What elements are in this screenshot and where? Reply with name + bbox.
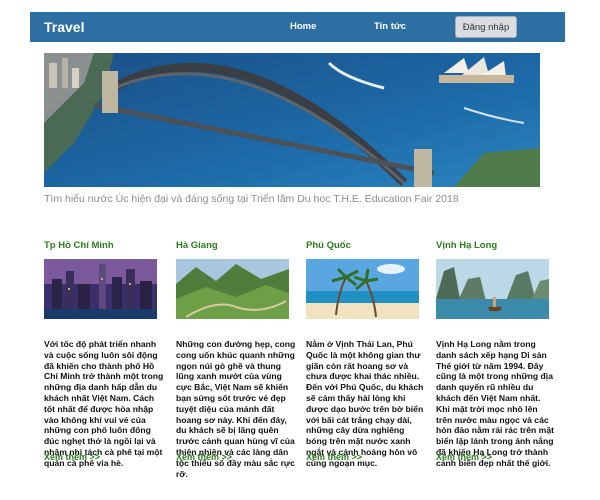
destination-description: Nằm ở Vịnh Thái Lan, Phú Quốc là một khô… [306, 339, 424, 468]
top-navbar: Travel Home Tin tức Đăng nhập [30, 12, 565, 42]
mountain-valley-picture [176, 259, 289, 319]
bay-karst-picture [436, 259, 549, 319]
city-skyline-picture [44, 259, 157, 319]
destination-thumbnail[interactable] [436, 259, 549, 319]
destination-title[interactable]: Phú Quốc [306, 240, 426, 254]
destination-card: Phú Quốc Nằm ở Vịnh Thái Lan, Phú Quốc l… [306, 240, 426, 469]
read-more-link[interactable]: Xem thêm >> [176, 452, 232, 462]
hero-image [44, 53, 540, 187]
destination-thumbnail[interactable] [176, 259, 289, 319]
destination-thumbnail[interactable] [44, 259, 157, 319]
beach-palm-picture [306, 259, 419, 319]
destination-title[interactable]: Vịnh Hạ Long [436, 240, 556, 254]
login-button[interactable]: Đăng nhập [455, 16, 517, 38]
brand-logo[interactable]: Travel [44, 19, 84, 35]
destination-description: Với tốc độ phát triển nhanh và cuộc sống… [44, 339, 164, 468]
destination-title[interactable]: Hà Giang [176, 240, 296, 254]
destination-card: Vịnh Hạ Long Vịnh Hạ Long nằm trong danh… [436, 240, 556, 469]
destination-thumbnail[interactable] [306, 259, 419, 319]
read-more-link[interactable]: Xem thêm >> [436, 452, 492, 462]
nav-link-home[interactable]: Home [290, 21, 316, 32]
read-more-link[interactable]: Xem thêm >> [44, 452, 100, 462]
nav-link-news[interactable]: Tin tức [374, 21, 406, 32]
read-more-link[interactable]: Xem thêm >> [306, 452, 362, 462]
destination-card: Hà Giang Những con đường hẹp, cong cong … [176, 240, 296, 479]
destination-card: Tp Hồ Chí Minh Với tốc độ phát triển nha… [44, 240, 164, 469]
hero-harbour-picture [44, 53, 540, 187]
destination-title[interactable]: Tp Hồ Chí Minh [44, 240, 164, 254]
hero-caption[interactable]: Tìm hiểu nước Úc hiện đại và đáng sống t… [44, 193, 464, 206]
destination-description: Vịnh Hạ Long nằm trong danh sách xếp hạn… [436, 339, 554, 468]
